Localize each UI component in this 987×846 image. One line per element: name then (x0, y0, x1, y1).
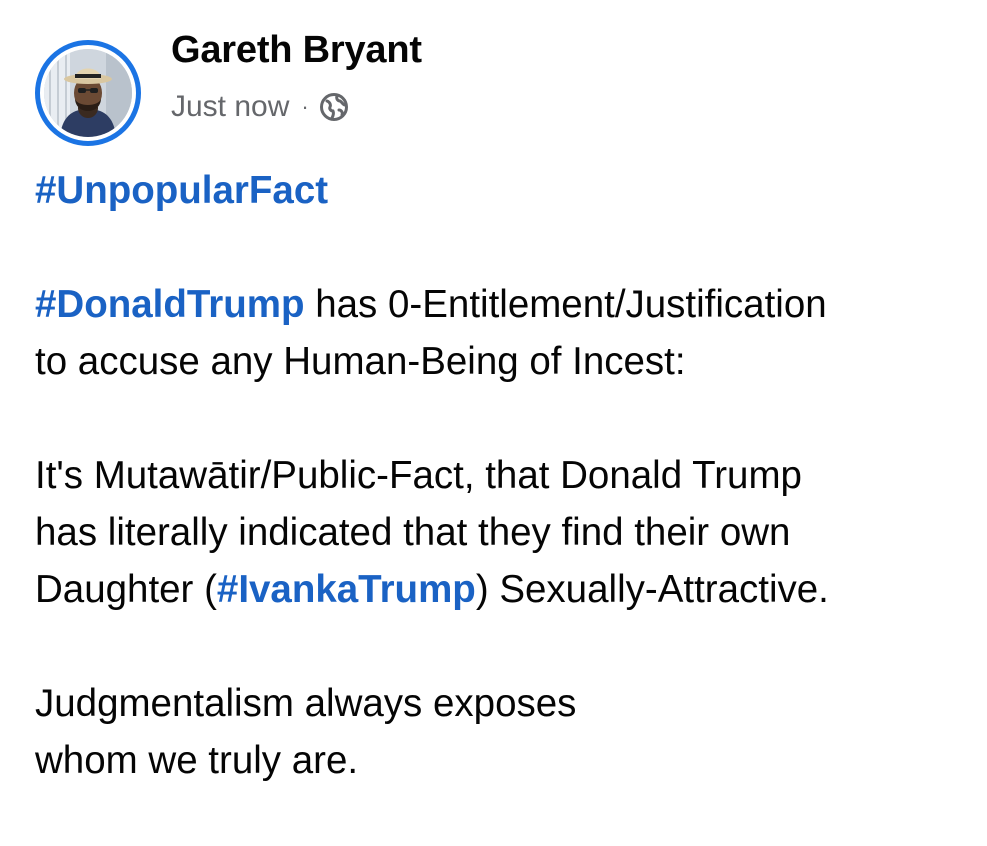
separator-dot: · (301, 94, 309, 119)
facebook-post: Gareth Bryant Just now · #UnpopularFact (0, 0, 987, 835)
post-timestamp[interactable]: Just now (171, 90, 289, 124)
post-header: Gareth Bryant Just now · (35, 29, 422, 146)
paragraph-2-text-b: to accuse any Human-Being of Incest: (35, 340, 686, 383)
hashtag-ivankatrump[interactable]: #IvankaTrump (217, 568, 476, 611)
paragraph-3-line-1: It's Mutawātir/Public-Fact, that Donald … (35, 454, 802, 497)
post-subline: Just now · (171, 90, 422, 124)
hashtag-unpopularfact[interactable]: #UnpopularFact (35, 169, 328, 212)
paragraph-2-text-a: has 0-Entitlement/Justification (304, 283, 827, 326)
post-paragraph-2: #DonaldTrump has 0-Entitlement/Justifica… (35, 276, 975, 390)
globe-icon[interactable] (319, 92, 349, 122)
paragraph-4-line-1: Judgmentalism always exposes (35, 682, 577, 725)
post-meta: Gareth Bryant Just now · (171, 29, 422, 124)
author-name[interactable]: Gareth Bryant (171, 28, 422, 72)
profile-photo-image (44, 49, 132, 137)
hashtag-donaldtrump[interactable]: #DonaldTrump (35, 283, 305, 326)
post-paragraph-4: Judgmentalism always exposes whom we tru… (35, 675, 975, 789)
avatar[interactable] (35, 40, 141, 146)
post-body: #UnpopularFact #DonaldTrump has 0-Entitl… (35, 162, 975, 846)
post-paragraph-3: It's Mutawātir/Public-Fact, that Donald … (35, 447, 975, 618)
post-paragraph-1: #UnpopularFact (35, 162, 975, 219)
paragraph-3-line-3-after: ) Sexually-Attractive. (475, 568, 829, 611)
paragraph-4-line-2: whom we truly are. (35, 739, 359, 782)
profile-photo (44, 49, 132, 137)
paragraph-3-line-2: has literally indicated that they find t… (35, 511, 791, 554)
paragraph-3-line-3-before: Daughter ( (35, 568, 217, 611)
